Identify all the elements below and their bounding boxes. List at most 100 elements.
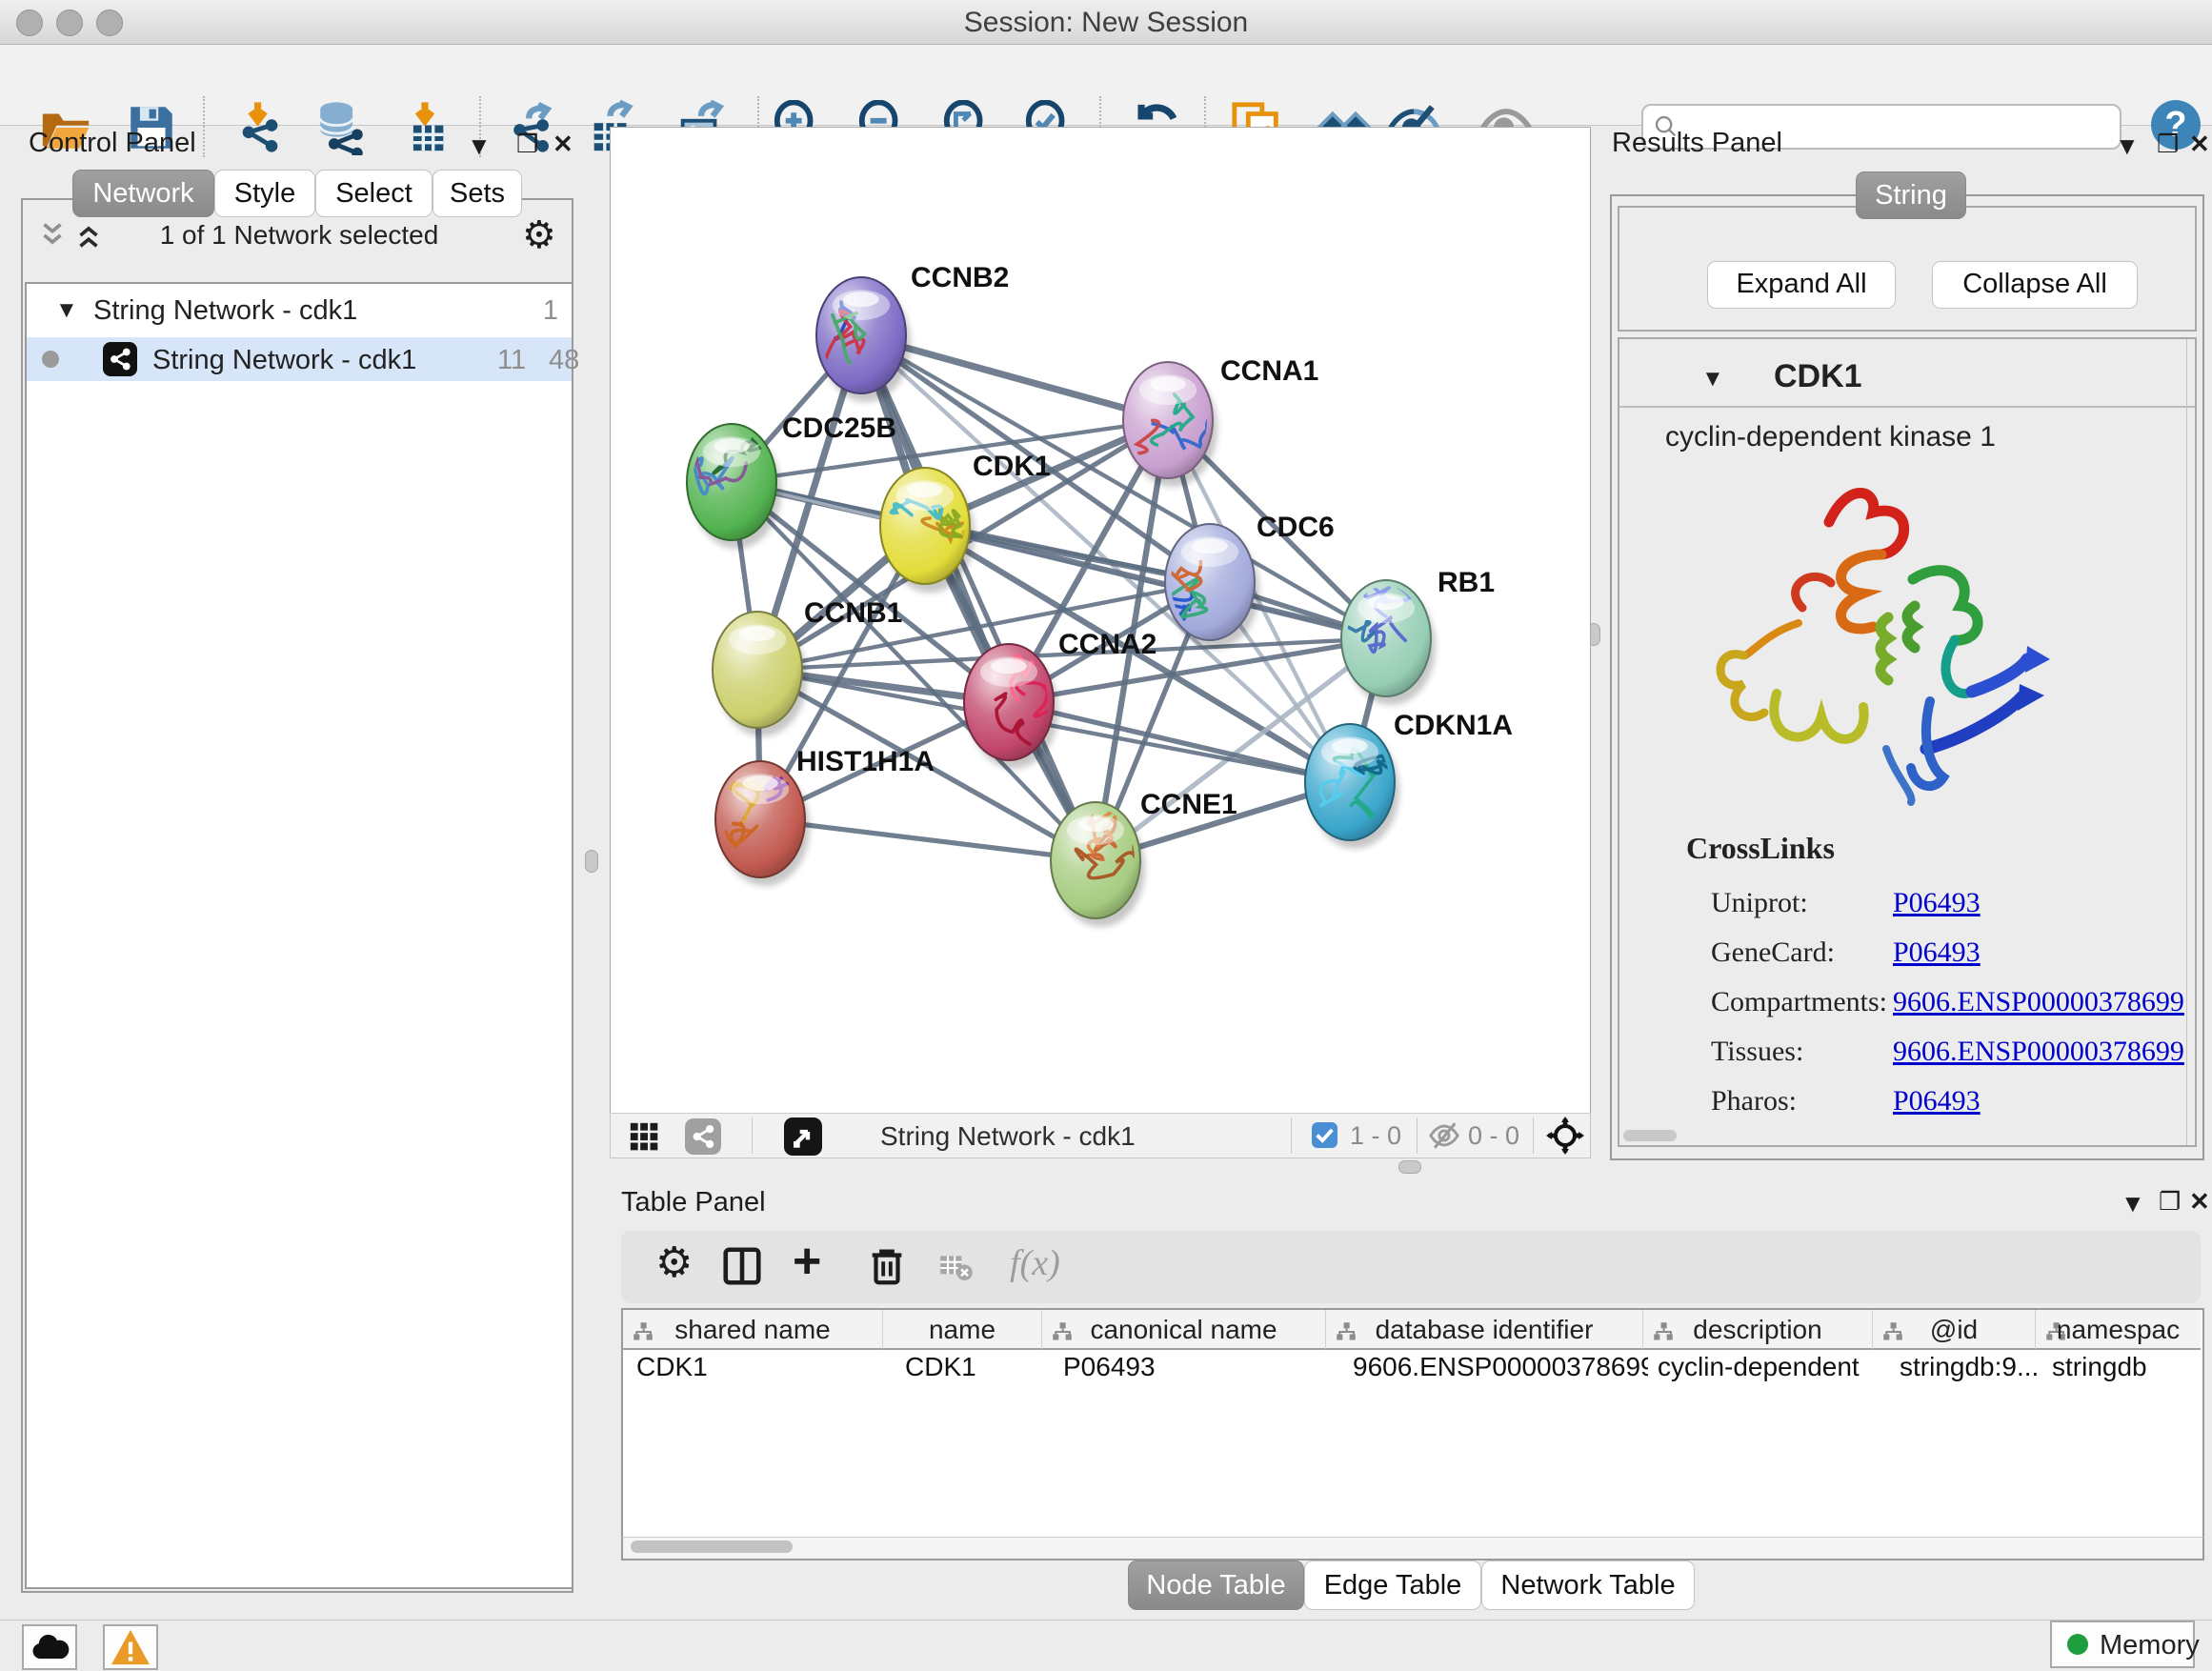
tab-network[interactable]: Network (72, 170, 214, 217)
table-cell[interactable]: 9606.ENSP00000378699 (1353, 1352, 1648, 1382)
svg-text:CDC6: CDC6 (1257, 512, 1335, 543)
toolbar-separator (1291, 1117, 1292, 1154)
crosslinks-labels: Uniprot: GeneCard: Compartments: Tissues… (1711, 878, 1887, 1126)
toolbar-separator (1533, 1117, 1534, 1154)
svg-text:HIST1H1A: HIST1H1A (796, 746, 935, 777)
protein-structure-image (1686, 463, 2058, 815)
crosslink-label: Tissues: (1711, 1027, 1887, 1077)
collapse-all-networks-icon[interactable] (36, 219, 70, 250)
window-title: Session: New Session (0, 7, 2212, 39)
results-content-box: ▼ CDK1 cyclin-dependent kinase 1 (1618, 337, 2197, 1147)
toolbar-separator (752, 1117, 753, 1154)
column-header[interactable]: shared name (623, 1310, 883, 1350)
table-settings-gear-icon[interactable]: ⚙ (655, 1238, 693, 1287)
grid-view-icon[interactable] (628, 1120, 660, 1158)
network-status-dot (42, 351, 59, 368)
network-canvas[interactable]: CCNB2CCNA1CDC25BCDK1CDC6RB1CCNB1CCNA2CDK… (610, 127, 1591, 1114)
table-hscroll-thumb[interactable] (631, 1540, 793, 1553)
float-panel-icon[interactable]: ▼ (467, 131, 492, 161)
uniprot-link[interactable]: P06493 (1893, 878, 2184, 928)
control-panel: Control Panel ▼ ❐ ✕ Network Style Select… (13, 124, 598, 1597)
float-panel-icon[interactable]: ▼ (2115, 131, 2140, 161)
network-view-title: String Network - cdk1 (880, 1121, 1136, 1152)
column-header[interactable]: namespac (2036, 1310, 2201, 1350)
results-hscroll-thumb[interactable] (1623, 1130, 1677, 1141)
network-collection-row[interactable]: ▼ String Network - cdk1 1 (27, 292, 572, 335)
bottom-splitter-handle[interactable] (1398, 1160, 1421, 1174)
collapse-all-button[interactable]: Collapse All (1932, 261, 2138, 309)
expand-all-networks-icon[interactable] (72, 219, 107, 250)
table-cell[interactable]: cyclin-dependent ... (1658, 1352, 1867, 1382)
svg-text:CCNA2: CCNA2 (1058, 629, 1156, 660)
undock-panel-icon[interactable]: ❐ (516, 130, 538, 159)
memory-button[interactable]: Memory (2050, 1621, 2195, 1668)
selected-counts: 1 - 0 (1350, 1121, 1401, 1151)
table-cell[interactable]: stringdb (2052, 1352, 2195, 1382)
automation-cloud-button[interactable] (22, 1624, 77, 1670)
expand-all-button[interactable]: Expand All (1707, 261, 1896, 309)
close-panel-icon[interactable]: ✕ (553, 130, 573, 159)
float-panel-icon[interactable]: ▼ (2121, 1189, 2145, 1218)
genecard-link[interactable]: P06493 (1893, 928, 2184, 977)
delete-column-trash-icon[interactable] (865, 1244, 909, 1293)
tab-style[interactable]: Style (214, 170, 315, 217)
pan-crosshair-icon[interactable] (1546, 1117, 1584, 1159)
compartments-link[interactable]: 9606.ENSP00000378699 (1893, 977, 2184, 1027)
close-panel-icon[interactable]: ✕ (2189, 1187, 2210, 1217)
network-options-gear-icon[interactable]: ⚙ (522, 213, 556, 257)
column-header[interactable]: name (883, 1310, 1042, 1350)
hidden-counts: 0 - 0 (1468, 1121, 1519, 1151)
function-builder-icon[interactable]: f(x) (1010, 1242, 1060, 1284)
network-row-selected[interactable]: String Network - cdk1 11 48 (27, 337, 572, 381)
table-cell[interactable]: CDK1 (636, 1352, 875, 1382)
gene-description: cyclin-dependent kinase 1 (1665, 421, 1996, 453)
column-header[interactable]: @id (1873, 1310, 2036, 1350)
column-header[interactable]: canonical name (1042, 1310, 1326, 1350)
memory-status-dot (2067, 1634, 2088, 1655)
svg-text:CDC25B: CDC25B (782, 413, 896, 444)
left-splitter-handle[interactable] (585, 850, 598, 873)
tab-select[interactable]: Select (315, 170, 432, 217)
close-panel-icon[interactable]: ✕ (2189, 130, 2210, 159)
tissues-link[interactable]: 9606.ENSP00000378699 (1893, 1027, 2184, 1077)
selected-checkbox[interactable] (1312, 1122, 1337, 1148)
tab-sets[interactable]: Sets (432, 170, 522, 217)
warnings-button[interactable] (103, 1624, 158, 1670)
crosslink-label: GeneCard: (1711, 928, 1887, 977)
table-cell[interactable]: stringdb:9... (1900, 1352, 2042, 1382)
network-share-icon[interactable] (685, 1118, 721, 1155)
results-panel: Results Panel ▼ ❐ ✕ String Expand All Co… (1600, 124, 2212, 1181)
pharos-link[interactable]: P06493 (1893, 1077, 2184, 1126)
string-network-graph[interactable]: CCNB2CCNA1CDC25BCDK1CDC6RB1CCNB1CCNA2CDK… (611, 128, 1590, 1113)
tab-string-results[interactable]: String (1856, 171, 1966, 219)
undock-panel-icon[interactable]: ❐ (2157, 130, 2179, 159)
table-cell[interactable]: P06493 (1063, 1352, 1320, 1382)
results-panel-title: Results Panel (1612, 128, 1782, 159)
node-table[interactable]: shared name name canonical name database… (621, 1308, 2204, 1539)
table-panel-title: Table Panel (621, 1187, 766, 1218)
results-vscroll-track[interactable] (2186, 339, 2187, 1145)
column-header[interactable]: database identifier (1326, 1310, 1643, 1350)
delete-table-icon[interactable] (937, 1250, 974, 1291)
svg-text:CCNB1: CCNB1 (804, 597, 902, 629)
svg-text:CDKN1A: CDKN1A (1394, 710, 1513, 741)
collection-expand-icon[interactable]: ▼ (55, 297, 78, 324)
undock-panel-icon[interactable]: ❐ (2159, 1187, 2181, 1217)
status-bar: Memory (0, 1620, 2212, 1671)
create-column-icon[interactable]: + (793, 1233, 821, 1290)
table-toolbar: ⚙ + f(x) (621, 1231, 2201, 1303)
crosslink-label: Uniprot: (1711, 878, 1887, 928)
network-list: ▼ String Network - cdk1 1 String Network… (25, 282, 573, 1589)
gene-name: CDK1 (1774, 358, 1862, 395)
tab-network-table[interactable]: Network Table (1481, 1560, 1695, 1610)
table-hscrollbar[interactable] (621, 1537, 2204, 1560)
show-columns-icon[interactable] (720, 1244, 764, 1293)
tab-edge-table[interactable]: Edge Table (1304, 1560, 1481, 1610)
gene-expand-icon[interactable]: ▼ (1701, 366, 1724, 393)
svg-text:CCNE1: CCNE1 (1140, 789, 1237, 820)
table-cell[interactable]: CDK1 (905, 1352, 1038, 1382)
hidden-eye-icon (1428, 1119, 1460, 1157)
tab-node-table[interactable]: Node Table (1128, 1560, 1304, 1610)
column-header[interactable]: description (1643, 1310, 1873, 1350)
birds-eye-view-icon[interactable] (784, 1117, 822, 1156)
